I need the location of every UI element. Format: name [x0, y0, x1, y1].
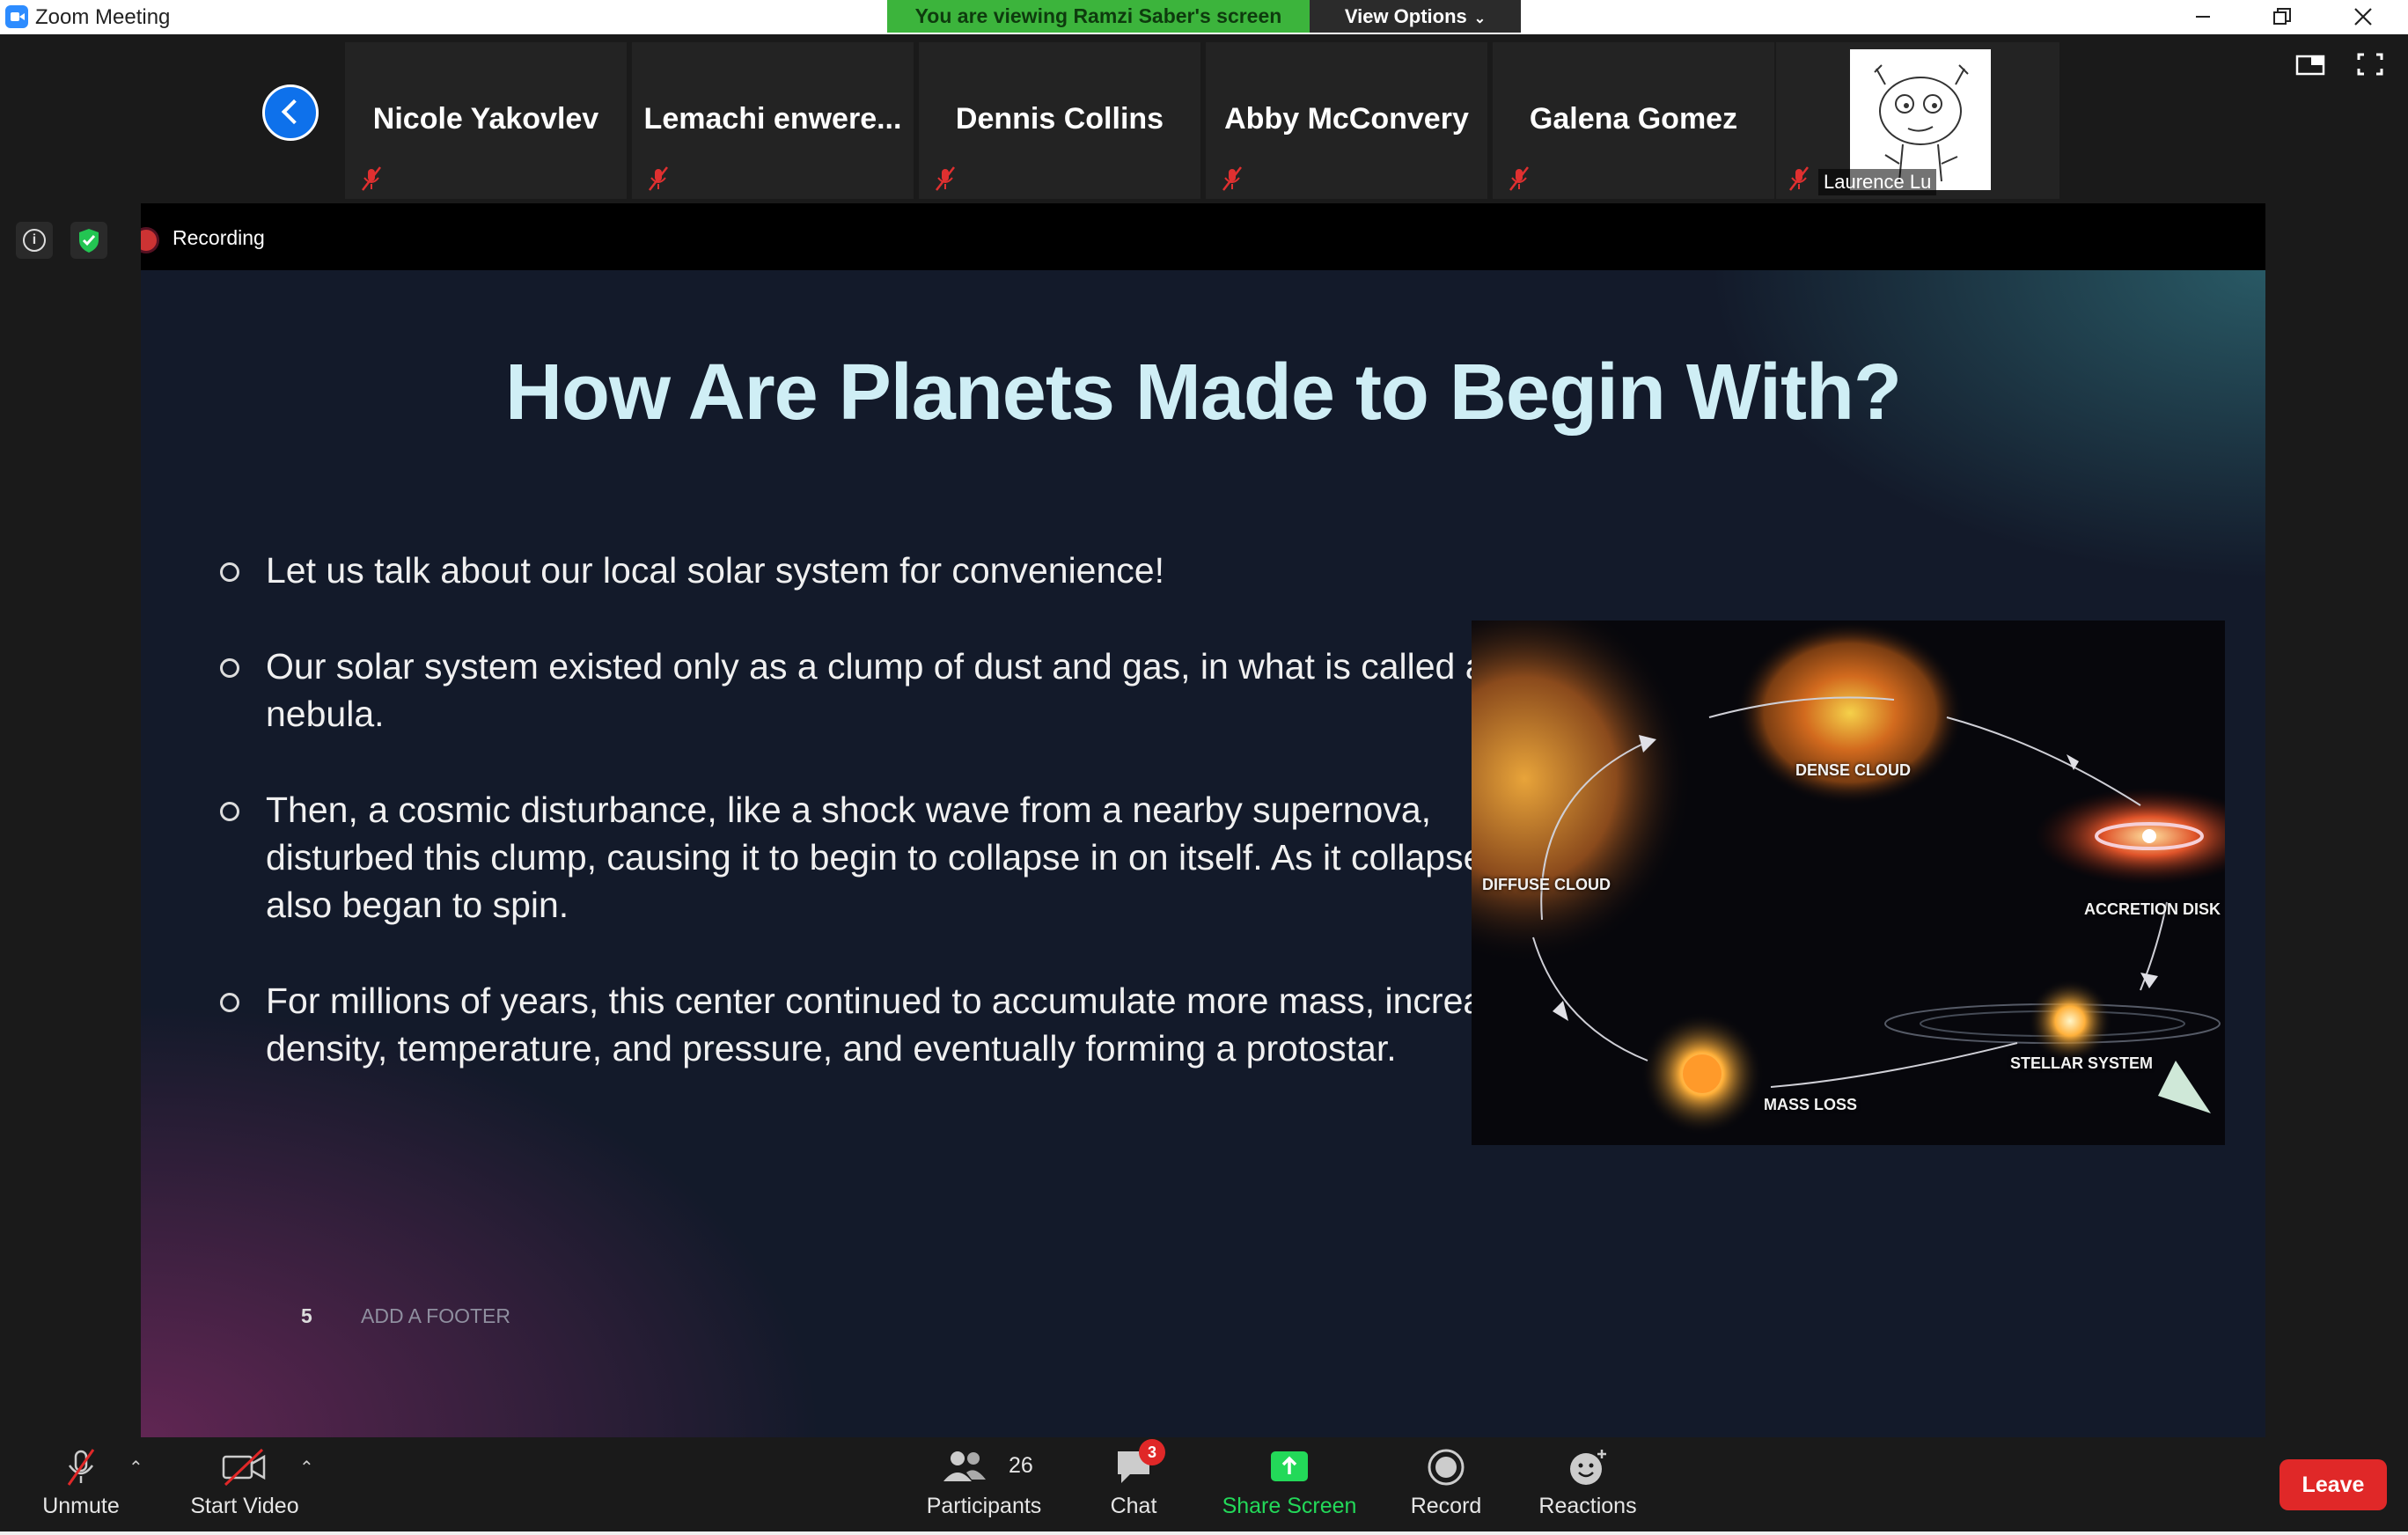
close-button[interactable] — [2324, 0, 2403, 33]
restore-button[interactable] — [2243, 0, 2322, 33]
share-screen-button[interactable]: Share Screen — [1218, 1437, 1361, 1535]
muted-mic-icon — [362, 166, 381, 191]
participants-icon — [943, 1451, 986, 1481]
record-icon — [1428, 1449, 1465, 1486]
muted-mic-icon — [1789, 166, 1809, 191]
share-screen-icon — [1271, 1451, 1308, 1481]
star-formation-diagram: DENSE CLOUD DIFFUSE CLOUD ACCRETION DISK… — [1472, 621, 2225, 1145]
reactions-label: Reactions — [1538, 1494, 1637, 1518]
info-icon: i — [23, 229, 46, 252]
record-label: Record — [1410, 1494, 1482, 1518]
participant-name: Dennis Collins — [955, 102, 1164, 136]
participant-tile[interactable]: Dennis Collins — [919, 42, 1200, 199]
diagram-label: MASS LOSS — [1764, 1096, 1858, 1113]
shield-icon — [79, 229, 99, 253]
meeting-toolbar: Unmute ⌃ Start Video ⌃ 26 Participants 3… — [0, 1437, 2408, 1535]
diagram-label: STELLAR SYSTEM — [2010, 1054, 2154, 1072]
chat-label: Chat — [1110, 1494, 1157, 1518]
participant-strip: Nicole Yakovlev Lemachi enwere... Dennis… — [0, 34, 2408, 203]
window-bottom-edge — [0, 1531, 2408, 1535]
slide-title: How Are Planets Made to Begin With? — [505, 349, 1902, 437]
diagram-label: DENSE CLOUD — [1795, 761, 1912, 779]
bullet-item: Then, a cosmic disturbance, like a shock… — [217, 786, 1589, 929]
video-options-caret-icon[interactable]: ⌃ — [299, 1457, 314, 1479]
muted-mic-icon — [1222, 166, 1242, 191]
bullet-item: For millions of years, this center conti… — [217, 977, 1589, 1072]
minimize-icon — [2196, 16, 2210, 18]
bullet-item: Our solar system existed only as a clump… — [217, 643, 1589, 738]
participant-tile[interactable]: Galena Gomez — [1493, 42, 1774, 199]
chat-button[interactable]: 3 Chat — [1091, 1437, 1176, 1535]
unmute-label: Unmute — [42, 1494, 120, 1518]
meeting-info-button[interactable]: i — [16, 222, 53, 259]
recording-label: Recording — [173, 226, 265, 249]
recording-bar: Recording — [141, 203, 2265, 270]
video-camera-off-icon — [222, 1448, 266, 1487]
window-title: Zoom Meeting — [35, 5, 171, 29]
participant-tile[interactable]: Abby McConvery — [1206, 42, 1487, 199]
recording-indicator-icon[interactable] — [141, 230, 157, 251]
restore-icon — [2273, 8, 2291, 25]
participant-tile[interactable]: Nicole Yakovlev — [345, 42, 627, 199]
participant-name: Galena Gomez — [1529, 102, 1738, 136]
microphone-muted-icon — [67, 1449, 95, 1486]
participants-label: Participants — [926, 1494, 1042, 1518]
presentation-slide: How Are Planets Made to Begin With? Let … — [141, 270, 2265, 1437]
diagram-label: DIFFUSE CLOUD — [1482, 876, 1611, 893]
unmute-button[interactable]: Unmute — [26, 1437, 136, 1535]
participant-name: Laurence Lu — [1818, 169, 1937, 195]
participants-button[interactable]: 26 Participants — [921, 1437, 1047, 1535]
minimize-button[interactable] — [2163, 0, 2243, 33]
share-screen-label: Share Screen — [1222, 1494, 1357, 1518]
participant-name: Abby McConvery — [1224, 102, 1469, 136]
chat-unread-badge: 3 — [1139, 1439, 1165, 1465]
previous-page-button[interactable] — [262, 84, 319, 141]
view-options-label: View Options — [1344, 5, 1467, 27]
slide-footer: ADD A FOOTER — [361, 1304, 510, 1327]
zoom-app-icon — [5, 5, 28, 28]
chevron-down-icon: ⌄ — [1473, 11, 1487, 26]
close-icon — [2354, 8, 2372, 26]
audio-options-caret-icon[interactable]: ⌃ — [128, 1457, 143, 1479]
leave-meeting-button[interactable]: Leave — [2280, 1459, 2387, 1510]
record-button[interactable]: Record — [1406, 1437, 1486, 1535]
participant-tile[interactable]: Laurence Lu — [1776, 42, 2059, 199]
participant-name: Lemachi enwere... — [643, 102, 902, 136]
slide-page-number: 5 — [301, 1304, 312, 1327]
encryption-status-button[interactable] — [70, 222, 107, 259]
slide-bullet-list: Let us talk about our local solar system… — [217, 547, 1589, 1120]
title-bar: Zoom Meeting You are viewing Ramzi Saber… — [0, 0, 2408, 34]
reactions-emoji-icon — [1570, 1450, 1606, 1485]
participant-name: Nicole Yakovlev — [372, 102, 599, 136]
reactions-button[interactable]: Reactions — [1535, 1437, 1641, 1535]
bullet-item: Let us talk about our local solar system… — [217, 547, 1589, 594]
muted-mic-icon — [649, 166, 668, 191]
fullscreen-icon[interactable] — [2355, 51, 2385, 77]
diagram-label: ACCRETION DISK — [2084, 900, 2221, 918]
gallery-layout-icon[interactable] — [2295, 51, 2325, 77]
participant-tile[interactable]: Lemachi enwere... — [632, 42, 914, 199]
viewing-screen-banner: You are viewing Ramzi Saber's screen — [887, 0, 1310, 33]
muted-mic-icon — [936, 166, 955, 191]
start-video-button[interactable]: Start Video — [180, 1437, 310, 1535]
participants-count: 26 — [1009, 1453, 1033, 1478]
muted-mic-icon — [1509, 166, 1529, 191]
shared-screen: Recording How Are Planets Made to Begin … — [141, 203, 2265, 1437]
start-video-label: Start Video — [190, 1494, 299, 1518]
view-options-button[interactable]: View Options ⌄ — [1310, 0, 1521, 33]
